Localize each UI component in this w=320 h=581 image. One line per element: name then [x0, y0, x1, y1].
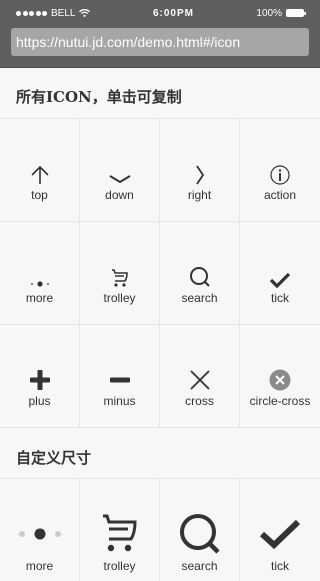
icon-label: trolley [103, 290, 136, 305]
icon-label: minus [103, 393, 136, 408]
more-icon [30, 280, 49, 287]
icon-label: search [181, 290, 218, 305]
plus-icon [29, 369, 50, 390]
icon-cell-circle-cross[interactable]: circle-cross [240, 325, 320, 428]
icon-label: cross [185, 393, 214, 408]
cross-icon [189, 369, 210, 390]
icon-cell-minus[interactable]: minus [80, 325, 160, 428]
down-icon [108, 174, 131, 183]
browser-bar: https://nutui.jd.com/demo.html#/icon [0, 26, 320, 68]
icon-label: action [263, 187, 297, 202]
custom-icon-cell-search[interactable]: search [160, 479, 240, 581]
battery-icon [286, 9, 306, 17]
more-icon [18, 528, 61, 540]
custom-icon-cell-more[interactable]: more [0, 479, 80, 581]
tick-icon [259, 519, 301, 550]
carrier-name: BELL [51, 7, 76, 19]
carrier-info: BELL [16, 7, 91, 19]
icon-label: tick [271, 290, 289, 305]
icon-cell-plus[interactable]: plus [0, 325, 80, 428]
icon-label: right [187, 187, 212, 202]
top-icon [30, 165, 49, 184]
icon-cell-trolley[interactable]: trolley [80, 222, 160, 325]
status-bar: BELL 6:00PM 100% [0, 0, 320, 26]
icon-cell-action[interactable]: action [240, 119, 320, 222]
icon-label: more [25, 290, 54, 305]
icon-cell-tick[interactable]: tick [240, 222, 320, 325]
trolley-icon [102, 514, 137, 552]
signal-icon [16, 10, 47, 16]
icon-cell-right[interactable]: right [160, 119, 240, 222]
section-title-custom: 自定义尺寸 [16, 449, 92, 467]
icon-cell-top[interactable]: top [0, 119, 80, 222]
custom-icon-cell-tick[interactable]: tick [240, 479, 320, 581]
icon-cell-cross[interactable]: cross [160, 325, 240, 428]
search-icon [189, 266, 210, 287]
battery-info: 100% [256, 7, 306, 19]
right-icon [195, 165, 204, 184]
search-icon [179, 514, 220, 554]
icon-cell-search[interactable]: search [160, 222, 240, 325]
custom-icon-cell-trolley[interactable]: trolley [80, 479, 160, 581]
url-field[interactable]: https://nutui.jd.com/demo.html#/icon [11, 28, 309, 56]
icon-label: down [105, 187, 134, 202]
wifi-icon [79, 9, 91, 17]
minus-icon [109, 377, 130, 382]
icon-label: circle-cross [249, 393, 311, 408]
custom-size-grid: more trolley search tick [0, 478, 320, 581]
icon-grid: top down right action more trolley searc… [0, 118, 320, 428]
section-title-all: 所有ICON，单击可复制 [16, 88, 182, 106]
tick-icon [269, 272, 291, 288]
action-icon [270, 164, 290, 185]
circle-cross-icon [269, 369, 291, 390]
icon-cell-down[interactable]: down [80, 119, 160, 222]
status-time: 6:00PM [152, 7, 194, 19]
icon-label: plus [28, 393, 51, 408]
trolley-icon [111, 268, 128, 287]
icon-label: trolley [103, 559, 136, 573]
icon-label: more [25, 559, 54, 573]
icon-label: top [31, 187, 48, 202]
icon-cell-more[interactable]: more [0, 222, 80, 325]
icon-label: search [181, 559, 218, 573]
icon-label: tick [271, 559, 289, 573]
battery-percent: 100% [256, 7, 282, 19]
